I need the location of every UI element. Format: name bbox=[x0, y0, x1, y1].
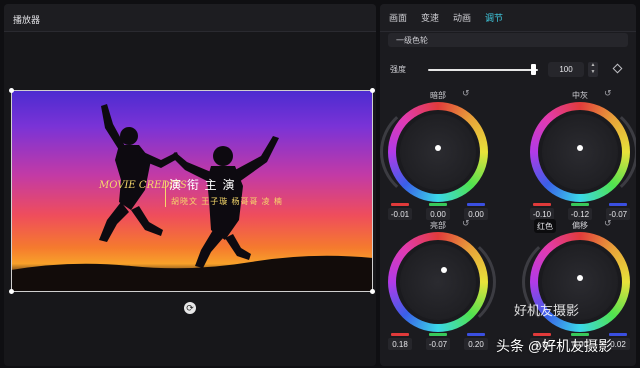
resize-handle-tr[interactable] bbox=[370, 88, 375, 93]
wheel-shadows: 暗部 ↺ -0.01 0.00 0.00 bbox=[380, 89, 498, 220]
player-stage: MOVIE CREDITS 演 衔 主 演 胡晓文 王子璇 杨哥哥 凌 楠 ⟳ bbox=[4, 32, 376, 366]
wheel-puck[interactable] bbox=[441, 267, 447, 273]
rotate-icon[interactable]: ⟳ bbox=[184, 302, 196, 314]
red-mark bbox=[391, 333, 409, 336]
resize-handle-bl[interactable] bbox=[9, 289, 14, 294]
red-mark bbox=[391, 203, 409, 206]
green-mark bbox=[571, 203, 589, 206]
channel-marks bbox=[530, 203, 630, 206]
wheel-midtones: 中灰 ↺ -0.10 -0.12 -0.07 bbox=[530, 89, 636, 220]
wheel-disc bbox=[400, 244, 476, 320]
wheel-puck[interactable] bbox=[577, 145, 583, 151]
wheel-highlights: 亮部 ↺ 0.18 -0.07 0.20 bbox=[388, 219, 498, 352]
green-value[interactable]: -0.07 bbox=[426, 338, 450, 350]
player-panel: 播放器 MOVIE CREDITS 演 衔 主 演 胡晓文 王子璇 杨哥哥 凌 … bbox=[4, 4, 376, 366]
strength-input[interactable]: 100 bbox=[548, 62, 584, 77]
reset-icon[interactable]: ↺ bbox=[604, 219, 613, 228]
reset-icon[interactable]: ↺ bbox=[604, 89, 613, 98]
wheel-puck[interactable] bbox=[435, 145, 441, 151]
credits-heading: 演 衔 主 演 bbox=[169, 178, 236, 192]
reset-icon[interactable]: ↺ bbox=[462, 89, 471, 98]
wheel-offset: 偏移 ↺ -0.01 0.00 0.02 bbox=[522, 219, 636, 350]
tab-picture[interactable]: 画面 bbox=[389, 11, 407, 24]
green-value[interactable]: -0.12 bbox=[568, 208, 592, 220]
player-title: 播放器 bbox=[4, 4, 376, 32]
blue-mark bbox=[467, 333, 485, 336]
video-frame[interactable]: MOVIE CREDITS 演 衔 主 演 胡晓文 王子璇 杨哥哥 凌 楠 bbox=[11, 90, 373, 292]
watermark-overlay: 好机友摄影 bbox=[514, 303, 580, 318]
watermark: 头条 @好机友摄影 bbox=[496, 338, 613, 354]
credits-divider bbox=[165, 181, 166, 207]
preset-select[interactable]: 一级色轮 bbox=[388, 33, 628, 47]
wheel-disc bbox=[400, 114, 476, 190]
red-mark bbox=[533, 203, 551, 206]
blue-mark bbox=[609, 203, 627, 206]
strength-stepper[interactable]: ▲ ▼ bbox=[588, 62, 598, 77]
resize-handle-tl[interactable] bbox=[9, 88, 14, 93]
strength-slider-track[interactable] bbox=[428, 69, 538, 71]
blue-mark bbox=[467, 203, 485, 206]
channel-marks bbox=[388, 203, 488, 206]
channel-values: 0.18 -0.07 0.20 bbox=[388, 338, 488, 352]
tab-bar: 画面 变速 动画 调节 bbox=[380, 4, 636, 32]
red-value[interactable]: 0.18 bbox=[388, 338, 412, 350]
credits-overlay: MOVIE CREDITS 演 衔 主 演 胡晓文 王子璇 杨哥哥 凌 楠 bbox=[99, 178, 319, 240]
tab-adjust[interactable]: 调节 bbox=[485, 11, 503, 24]
strength-slider-knob[interactable] bbox=[531, 64, 536, 75]
tab-animation[interactable]: 动画 bbox=[453, 11, 471, 24]
resize-handle-br[interactable] bbox=[370, 289, 375, 294]
green-mark bbox=[429, 203, 447, 206]
strength-label: 强度 bbox=[390, 65, 406, 74]
reset-icon[interactable]: ↺ bbox=[462, 219, 471, 228]
blue-value[interactable]: 0.20 bbox=[464, 338, 488, 350]
diamond-icon[interactable] bbox=[612, 63, 623, 74]
color-tooltip: 红色 bbox=[534, 219, 556, 233]
red-value[interactable]: -0.01 bbox=[388, 208, 412, 220]
green-mark bbox=[429, 333, 447, 336]
adjust-panel: 画面 变速 动画 调节 一级色轮 强度 100 ▲ ▼ 暗部 ↺ -0.01 0.… bbox=[380, 4, 636, 366]
tab-speed[interactable]: 变速 bbox=[421, 11, 439, 24]
channel-marks bbox=[388, 333, 488, 336]
green-value[interactable]: 0.00 bbox=[426, 208, 450, 220]
credits-names: 胡晓文 王子璇 杨哥哥 凌 楠 bbox=[171, 197, 283, 206]
wheel-puck[interactable] bbox=[577, 275, 583, 281]
wheel-disc bbox=[542, 114, 618, 190]
